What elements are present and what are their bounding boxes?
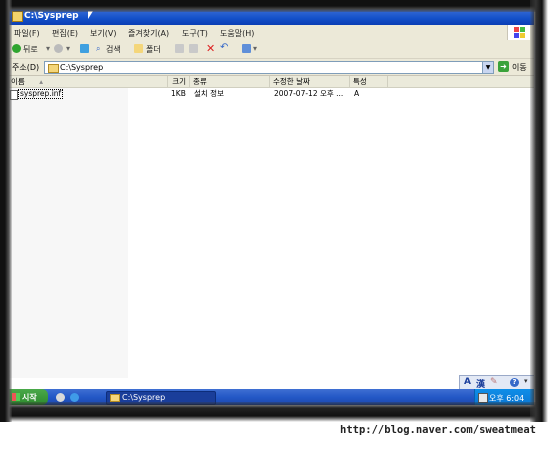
- folder-icon: [110, 394, 120, 402]
- back-arrow-icon[interactable]: [12, 44, 21, 53]
- menu-view[interactable]: 보기(V): [90, 28, 116, 39]
- sort-ascending-icon: ▴: [39, 77, 43, 86]
- address-input[interactable]: C:\Sysprep ▼: [44, 61, 494, 74]
- go-button[interactable]: 이동: [512, 62, 527, 73]
- table-row[interactable]: sysprep.inf 1KB 설치 정보 2007-07-12 오후 ... …: [8, 89, 534, 100]
- toolbar: 뒤로 ▾ ▾ ⌕ 검색 폴더 ✕ ↶ ▾: [8, 41, 534, 59]
- move-to-icon[interactable]: [175, 44, 184, 53]
- folders-icon: [134, 44, 143, 53]
- ime-pad-icon[interactable]: ✎: [490, 377, 498, 387]
- delete-icon[interactable]: ✕: [206, 42, 215, 55]
- column-header: 이름 ▴ 크기 종류 수정한 날짜 특성: [8, 76, 534, 88]
- file-name[interactable]: sysprep.inf: [18, 89, 64, 99]
- column-type[interactable]: 종류: [190, 76, 270, 87]
- folder-icon: [12, 11, 23, 22]
- column-name-label: 이름: [11, 77, 25, 86]
- show-desktop-icon[interactable]: [56, 393, 65, 402]
- views-dropdown-icon[interactable]: ▾: [253, 44, 257, 53]
- folder-icon: [48, 64, 59, 73]
- undo-icon[interactable]: ↶: [220, 42, 228, 53]
- file-type: 설치 정보: [194, 89, 224, 98]
- forward-arrow-icon[interactable]: [54, 44, 63, 53]
- address-dropdown-icon[interactable]: ▼: [482, 62, 493, 73]
- column-size[interactable]: 크기: [168, 76, 190, 87]
- taskbar-window-label: C:\Sysprep: [122, 393, 166, 402]
- windows-logo-icon: [507, 25, 530, 40]
- ime-mode-a[interactable]: A: [464, 377, 471, 387]
- address-bar: 주소(D) C:\Sysprep ▼ ➜ 이동: [8, 59, 534, 76]
- file-attributes: A: [354, 89, 360, 98]
- blog-url-caption: http://blog.naver.com/sweatmeat: [340, 424, 536, 436]
- column-attributes[interactable]: 특성: [350, 76, 388, 87]
- menu-file[interactable]: 파일(F): [14, 28, 40, 39]
- frame-border-bottom: [0, 402, 548, 422]
- menu-help[interactable]: 도움말(H): [220, 28, 254, 39]
- name-column-shading: [8, 88, 128, 378]
- file-list: sysprep.inf 1KB 설치 정보 2007-07-12 오후 ... …: [8, 88, 534, 378]
- menu-favorites[interactable]: 즐겨찾기(A): [128, 28, 169, 39]
- address-label: 주소(D): [12, 63, 40, 72]
- windows-flag-icon: [12, 393, 20, 401]
- menu-tools[interactable]: 도구(T): [182, 28, 208, 39]
- photo-frame: C:\Sysprep 파일(F) 편집(E) 보기(V) 즐겨찾기(A) 도구(…: [0, 0, 548, 422]
- views-icon[interactable]: [242, 44, 251, 53]
- internet-explorer-icon[interactable]: [70, 393, 79, 402]
- frame-border-top: [0, 0, 548, 12]
- frame-border-left: [0, 0, 12, 422]
- menu-edit[interactable]: 편집(E): [52, 28, 78, 39]
- back-dropdown-icon[interactable]: ▾: [46, 44, 50, 53]
- search-icon: ⌕: [96, 44, 101, 53]
- file-modified: 2007-07-12 오후 ...: [274, 89, 344, 98]
- language-bar[interactable]: A 漢 ✎ ? ▾: [459, 375, 534, 390]
- frame-border-right: [530, 0, 548, 422]
- langbar-options-icon[interactable]: ▾: [524, 377, 528, 385]
- mouse-cursor-icon: [88, 11, 93, 19]
- column-name[interactable]: 이름 ▴: [8, 76, 168, 87]
- menu-bar: 파일(F) 편집(E) 보기(V) 즐겨찾기(A) 도구(T) 도움말(H): [8, 25, 534, 42]
- go-arrow-icon[interactable]: ➜: [498, 61, 509, 72]
- folders-button[interactable]: 폴더: [146, 44, 161, 55]
- explorer-window: C:\Sysprep 파일(F) 편집(E) 보기(V) 즐겨찾기(A) 도구(…: [8, 8, 534, 405]
- file-size: 1KB: [171, 89, 186, 98]
- address-path: C:\Sysprep: [60, 63, 104, 72]
- search-button[interactable]: 검색: [106, 44, 121, 55]
- copy-to-icon[interactable]: [189, 44, 198, 53]
- help-icon[interactable]: ?: [510, 378, 519, 387]
- window-title: C:\Sysprep: [24, 11, 79, 21]
- up-folder-icon[interactable]: [80, 44, 89, 53]
- back-button[interactable]: 뒤로: [23, 44, 38, 55]
- column-modified[interactable]: 수정한 날짜: [270, 76, 350, 87]
- forward-dropdown-icon[interactable]: ▾: [66, 44, 70, 53]
